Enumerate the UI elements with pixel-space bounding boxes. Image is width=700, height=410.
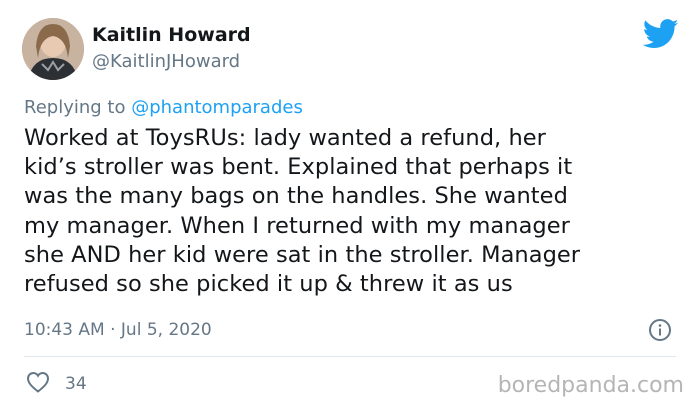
user-handle[interactable]: @KaitlinJHoward [92, 51, 240, 73]
display-name[interactable]: Kaitlin Howard [92, 23, 251, 47]
mention-link[interactable]: @phantomparades [131, 97, 303, 118]
info-icon[interactable] [648, 318, 672, 342]
like-button[interactable]: 34 [26, 371, 87, 397]
twitter-bird-icon[interactable] [642, 19, 679, 49]
replying-to: Replying to @phantomparades [24, 96, 303, 120]
tweet-timestamp[interactable]: 10:43 AM · Jul 5, 2020 [24, 318, 212, 342]
divider [24, 356, 676, 357]
tweet-text: Worked at ToysRUs: lady wanted a refund,… [24, 125, 581, 298]
watermark: boredpanda.com [497, 373, 684, 398]
avatar[interactable] [22, 18, 84, 80]
heart-icon [26, 371, 50, 397]
tweet-card: Kaitlin Howard @KaitlinJHoward Replying … [0, 0, 700, 410]
replying-prefix: Replying to [24, 97, 132, 118]
like-count: 34 [65, 374, 87, 394]
